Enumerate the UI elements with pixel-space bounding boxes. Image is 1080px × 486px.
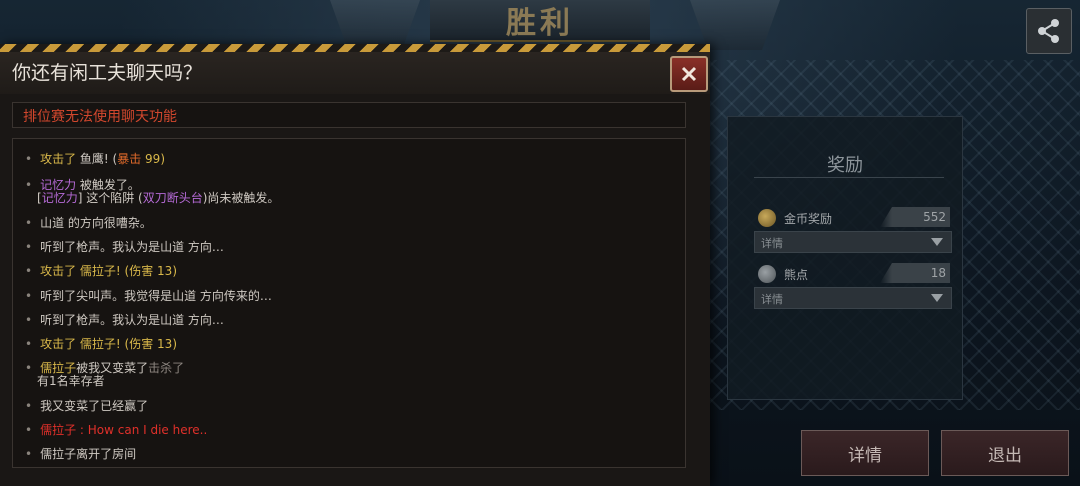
log-entry: • 攻击了 鱼鹰! (暴击 99) bbox=[25, 153, 165, 166]
log-text: 有1名幸存者 bbox=[37, 374, 105, 388]
coin-reward-row: 金币奖励 552 bbox=[752, 207, 950, 229]
log-value: 13 bbox=[157, 337, 173, 351]
bear-points-label: 熊点 bbox=[784, 268, 809, 282]
coin-detail-label: 详情 bbox=[761, 237, 783, 250]
chevron-down-icon bbox=[931, 294, 943, 302]
log-entry: • 我又变菜了已经赢了 bbox=[25, 400, 148, 413]
log-text: 听到了尖叫声。我觉得是山道 方向传来的… bbox=[40, 289, 272, 303]
log-player: 儒拉子 bbox=[40, 423, 77, 437]
log-attack-verb: 攻击了 bbox=[40, 264, 77, 278]
log-entry: • 攻击了 儒拉子! (伤害 13) bbox=[25, 338, 177, 351]
log-text: 鱼鹰! ( bbox=[76, 152, 118, 166]
close-icon bbox=[681, 66, 697, 82]
log-crit: 暴击 bbox=[117, 152, 142, 166]
log-attack-verb: 攻击了 bbox=[40, 337, 77, 351]
share-button[interactable] bbox=[1026, 8, 1072, 54]
close-button[interactable] bbox=[670, 56, 708, 92]
hazard-stripe bbox=[0, 44, 710, 52]
log-value: 99) bbox=[141, 152, 165, 166]
bear-points-detail-dropdown[interactable]: 详情 bbox=[754, 287, 952, 309]
coin-icon bbox=[758, 209, 776, 227]
log-text: 被触发了。 bbox=[76, 178, 140, 192]
log-kill: 击杀了 bbox=[148, 361, 185, 375]
log-chat-message: : How can I die here.. bbox=[76, 423, 208, 437]
log-text: 儒拉子离开了房间 bbox=[40, 447, 137, 461]
dialog-title: 你还有闲工夫聊天吗？ bbox=[12, 62, 203, 84]
log-entry: • 听到了枪声。我认为是山道 方向… bbox=[25, 241, 224, 254]
log-entry: • 听到了枪声。我认为是山道 方向… bbox=[25, 314, 224, 327]
rewards-divider bbox=[754, 177, 944, 178]
bear-points-value: 18 bbox=[930, 266, 946, 280]
coin-reward-value: 552 bbox=[923, 210, 946, 224]
rewards-title: 奖励 bbox=[827, 155, 863, 176]
log-entry-continued: 有1名幸存者 bbox=[25, 375, 105, 388]
chevron-down-icon bbox=[931, 238, 943, 246]
share-icon bbox=[1038, 19, 1059, 43]
log-text: 听到了枪声。我认为是山道 方向… bbox=[40, 240, 224, 254]
exit-button[interactable]: 退出 bbox=[941, 430, 1069, 476]
log-skill: 记忆力 bbox=[41, 191, 78, 205]
bullet: • bbox=[25, 216, 33, 230]
bullet: • bbox=[25, 399, 33, 413]
victory-title: 胜利 bbox=[506, 6, 574, 41]
chat-disabled-notice: 排位赛无法使用聊天功能 bbox=[12, 102, 686, 128]
log-entry: • 儒拉子 : How can I die here.. bbox=[25, 424, 207, 437]
bullet: • bbox=[25, 423, 33, 437]
dialog-header: 你还有闲工夫聊天吗？ bbox=[0, 52, 710, 94]
chat-dialog: 你还有闲工夫聊天吗？ 排位赛无法使用聊天功能 • 攻击了 鱼鹰! (暴击 99) … bbox=[0, 44, 710, 486]
log-entry-continued: [记忆力] 这个陷阱 (双刀断头台)尚未被触发。 bbox=[25, 192, 279, 205]
log-text: 山道 的方向很嘈杂。 bbox=[40, 216, 152, 230]
bullet: • bbox=[25, 152, 33, 166]
bear-detail-label: 详情 bbox=[761, 293, 783, 306]
log-attack-verb: 攻击了 bbox=[40, 152, 77, 166]
log-trap: 双刀断头台 bbox=[142, 191, 203, 205]
bullet: • bbox=[25, 178, 33, 192]
log-entry: • 听到了尖叫声。我觉得是山道 方向传来的… bbox=[25, 290, 272, 303]
log-text: 儒拉子! (伤害 bbox=[76, 337, 158, 351]
bear-points-row: 熊点 18 bbox=[752, 263, 950, 285]
bullet: • bbox=[25, 289, 33, 303]
log-skill: 记忆力 bbox=[40, 178, 77, 192]
log-value: 13 bbox=[157, 264, 173, 278]
log-text: ) bbox=[172, 264, 177, 278]
bullet: • bbox=[25, 313, 33, 327]
log-entry: • 儒拉子离开了房间 bbox=[25, 448, 136, 461]
bullet: • bbox=[25, 447, 33, 461]
log-player: 儒拉子 bbox=[40, 361, 77, 375]
rewards-panel: 奖励 金币奖励 552 详情 熊点 18 详情 bbox=[727, 116, 963, 400]
details-button[interactable]: 详情 bbox=[801, 430, 929, 476]
bear-paw-icon bbox=[758, 265, 776, 283]
coin-reward-label: 金币奖励 bbox=[784, 212, 833, 226]
notice-text: 排位赛无法使用聊天功能 bbox=[23, 109, 177, 125]
log-text: 我又变菜了已经赢了 bbox=[40, 399, 149, 413]
log-text: 儒拉子! (伤害 bbox=[76, 264, 158, 278]
log-text: )尚未被触发。 bbox=[202, 191, 280, 205]
log-entry: • 山道 的方向很嘈杂。 bbox=[25, 217, 152, 230]
bullet: • bbox=[25, 240, 33, 254]
log-player: 被我又变菜了 bbox=[76, 361, 149, 375]
bullet: • bbox=[25, 337, 33, 351]
bullet: • bbox=[25, 264, 33, 278]
log-text: ) bbox=[172, 337, 177, 351]
bullet: • bbox=[25, 361, 33, 375]
coin-reward-detail-dropdown[interactable]: 详情 bbox=[754, 231, 952, 253]
battle-log[interactable]: • 攻击了 鱼鹰! (暴击 99) • 记忆力 被触发了。 [记忆力] 这个陷阱 (… bbox=[12, 138, 686, 468]
log-text: ] 这个陷阱 ( bbox=[77, 191, 143, 205]
victory-banner: 胜利 bbox=[430, 0, 650, 42]
log-text: 听到了枪声。我认为是山道 方向… bbox=[40, 313, 224, 327]
log-entry: • 攻击了 儒拉子! (伤害 13) bbox=[25, 265, 177, 278]
